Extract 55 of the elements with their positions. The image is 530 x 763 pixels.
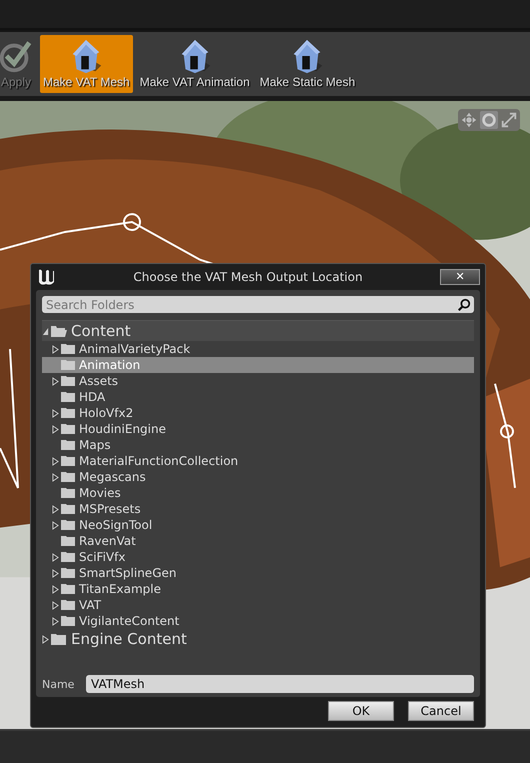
scale-icon[interactable] — [500, 111, 518, 129]
tree-item[interactable]: HDA — [42, 389, 474, 405]
move-icon[interactable] — [460, 111, 478, 129]
folder-icon — [60, 615, 76, 627]
folder-icon — [60, 567, 76, 579]
folder-icon — [60, 535, 76, 547]
logo-icon — [36, 267, 56, 287]
folder-icon — [60, 503, 76, 515]
tree-item[interactable]: AnimalVarietyPack — [42, 341, 474, 357]
tree-item[interactable]: Megascans — [42, 469, 474, 485]
tree-item[interactable]: SmartSplineGen — [42, 565, 474, 581]
folder-icon — [60, 519, 76, 531]
folder-icon — [60, 391, 76, 403]
toolbar-button[interactable]: Make Static Mesh — [256, 35, 358, 93]
ok-button[interactable]: OK — [328, 701, 394, 721]
folder-icon — [60, 471, 76, 483]
tree-item[interactable]: NeoSignTool — [42, 517, 474, 533]
folder-icon — [60, 407, 76, 419]
folder-icon — [60, 423, 76, 435]
folder-icon — [60, 551, 76, 563]
folder-icon — [50, 632, 68, 646]
name-label: Name — [42, 678, 76, 690]
tree-item[interactable]: HoudiniEngine — [42, 421, 474, 437]
name-field[interactable]: VATMesh — [86, 675, 474, 693]
collapsed-arrow-icon[interactable] — [52, 376, 59, 386]
folder-icon — [60, 583, 76, 595]
tree-item[interactable]: SciFiVfx — [42, 549, 474, 565]
tree-item[interactable]: HoloVfx2 — [42, 405, 474, 421]
search-icon — [457, 298, 471, 312]
close-button[interactable]: ✕ — [440, 269, 480, 285]
tree-item[interactable]: Movies — [42, 485, 474, 501]
tree-item[interactable]: VigilanteContent — [42, 613, 474, 629]
folder-icon — [60, 599, 76, 611]
folder-icon — [60, 487, 76, 499]
tree-item[interactable]: VAT — [42, 597, 474, 613]
tree-item[interactable]: Assets — [42, 373, 474, 389]
tree-item[interactable]: MSPresets — [42, 501, 474, 517]
tree-item[interactable]: Engine Content — [42, 629, 474, 649]
folder-icon — [60, 343, 76, 355]
window-title: Choose the VAT Mesh Output Location — [132, 270, 364, 284]
search-field[interactable]: Search Folders — [42, 296, 474, 313]
tree-item[interactable]: RavenVat — [42, 533, 474, 549]
folder-icon — [60, 455, 76, 467]
tree-item[interactable]: Content — [42, 321, 474, 341]
folder-icon — [60, 439, 76, 451]
collapsed-arrow-icon[interactable] — [52, 344, 59, 354]
toolbar-button[interactable]: Make VAT Animation — [136, 35, 253, 93]
tree-item[interactable]: TitanExample — [42, 581, 474, 597]
tree-item[interactable]: Animation — [42, 357, 474, 373]
folder-icon — [60, 375, 76, 387]
expanded-arrow-icon[interactable] — [42, 326, 49, 336]
cancel-button[interactable]: Cancel — [408, 701, 474, 721]
folder-icon — [60, 359, 76, 371]
tree-item[interactable]: Maps — [42, 437, 474, 453]
tree-item[interactable]: MaterialFunctionCollection — [42, 453, 474, 469]
